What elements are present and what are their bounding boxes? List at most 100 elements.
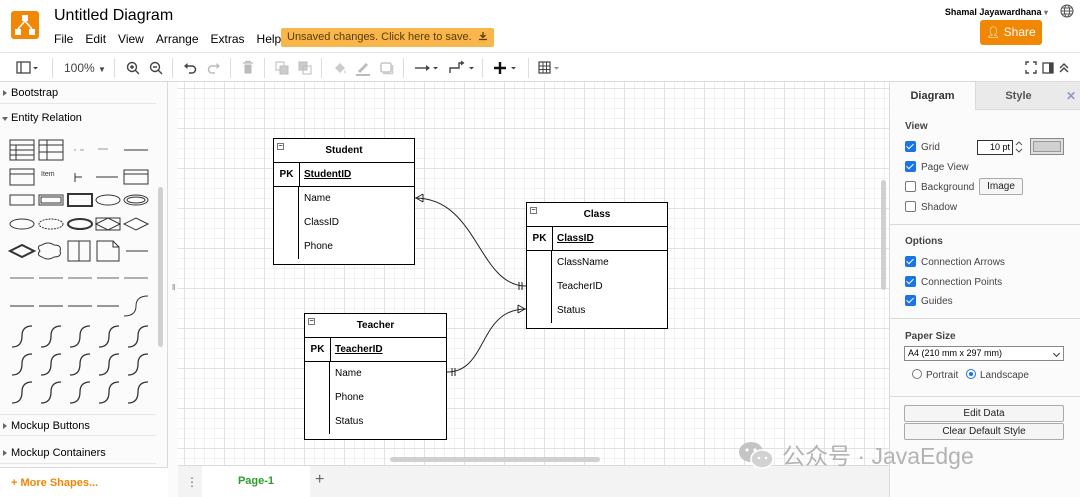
radio-checked-icon — [966, 369, 976, 379]
paper-size-select[interactable]: A4 (210 mm x 297 mm) — [904, 346, 1064, 361]
section-bootstrap[interactable]: Bootstrap — [0, 82, 156, 104]
menu-arrange[interactable]: Arrange — [156, 32, 199, 46]
view-heading: View — [905, 121, 928, 132]
share-label: Share — [1003, 25, 1036, 39]
menu-view[interactable]: View — [118, 32, 144, 46]
canvas-vertical-scrollbar[interactable] — [881, 180, 886, 290]
section-label: Entity Relation — [11, 112, 82, 124]
waypoints-icon[interactable] — [448, 60, 476, 76]
shape-item-label: Item — [41, 171, 55, 178]
format-panel: Diagram Style ✕ View Grid 10 pt Page Vie… — [889, 82, 1080, 497]
checkbox-checked-icon — [905, 161, 916, 172]
menu-extras[interactable]: Extras — [211, 32, 245, 46]
save-download-icon — [478, 32, 487, 41]
checkbox-checked-icon — [905, 256, 916, 267]
chevron-right-icon — [3, 423, 7, 429]
canvas-horizontal-scrollbar[interactable] — [390, 457, 600, 462]
background-checkbox[interactable]: Background — [905, 181, 974, 195]
tab-page-1[interactable]: Page-1 — [202, 466, 310, 497]
fill-color-icon[interactable] — [333, 60, 347, 76]
shadow-checkbox[interactable]: Shadow — [905, 201, 957, 215]
connection-points-label: Connection Points — [921, 277, 1003, 288]
section-label: Mockup Containers — [11, 447, 106, 459]
connection-arrows-label: Connection Arrows — [921, 257, 1005, 268]
options-heading: Options — [905, 236, 943, 247]
insert-icon[interactable] — [493, 60, 521, 76]
zoom-level: 100% — [64, 61, 95, 75]
add-page-icon[interactable]: + — [315, 471, 324, 489]
landscape-radio[interactable]: Landscape — [966, 369, 1029, 383]
collapse-icon[interactable] — [1058, 60, 1070, 76]
connection-style-icon[interactable] — [414, 60, 440, 76]
radio-unchecked-icon — [912, 369, 922, 379]
line-color-icon[interactable] — [355, 60, 371, 76]
user-account[interactable]: Shamal Jayawardhana ▾ — [945, 7, 1048, 17]
connector-student-class — [414, 197, 527, 287]
menu-help[interactable]: Help — [257, 32, 282, 46]
watermark-text: 公众号 · JavaEdge — [782, 443, 974, 469]
portrait-label: Portrait — [926, 370, 959, 381]
share-button[interactable]: 👤︎ Share — [980, 20, 1042, 45]
section-mockup-containers[interactable]: Mockup Containers — [0, 442, 156, 464]
checkbox-checked-icon — [905, 276, 916, 287]
undo-icon[interactable] — [183, 60, 197, 76]
format-panel-icon[interactable] — [16, 60, 38, 76]
shadow-label: Shadow — [921, 202, 958, 213]
chevron-down-icon: ▾ — [1043, 8, 1048, 17]
guides-label: Guides — [921, 296, 953, 307]
checkbox-unchecked-icon — [905, 201, 916, 212]
splitter-handle-icon[interactable]: ǁ — [172, 283, 175, 292]
zoom-in-icon[interactable] — [126, 60, 140, 76]
paper-size-heading: Paper Size — [905, 331, 956, 342]
drawio-logo-icon — [11, 11, 39, 39]
more-shapes-button[interactable]: + More Shapes... — [0, 467, 168, 497]
guides-checkbox[interactable]: Guides — [905, 295, 953, 309]
tab-style[interactable]: Style — [975, 82, 1061, 110]
image-button[interactable]: Image — [979, 178, 1023, 195]
zoom-out-icon[interactable] — [149, 60, 163, 76]
table-icon[interactable] — [538, 60, 564, 76]
section-entity-relation[interactable]: Entity Relation — [0, 107, 156, 129]
grid-color-picker[interactable] — [1030, 138, 1064, 155]
menu-edit[interactable]: Edit — [85, 32, 106, 46]
to-back-icon[interactable] — [298, 60, 312, 76]
to-front-icon[interactable] — [275, 60, 289, 76]
connection-arrows-checkbox[interactable]: Connection Arrows — [905, 256, 1005, 270]
user-name: Shamal Jayawardhana — [944, 7, 1042, 17]
wechat-watermark-icon — [739, 442, 774, 469]
diagram-canvas[interactable]: − Student PK StudentID Name ClassID Phon… — [178, 82, 889, 465]
zoom-dropdown[interactable]: 100% ▼ — [64, 60, 106, 76]
edit-data-button[interactable]: Edit Data — [904, 405, 1064, 422]
shadow-icon[interactable] — [380, 60, 394, 76]
chevron-right-icon — [3, 90, 7, 96]
sidebar-scrollbar[interactable] — [158, 187, 163, 347]
tab-diagram[interactable]: Diagram — [890, 82, 975, 110]
section-mockup-buttons[interactable]: Mockup Buttons — [0, 414, 156, 436]
checkbox-checked-icon — [905, 141, 916, 152]
connection-points-checkbox[interactable]: Connection Points — [905, 276, 1002, 290]
redo-icon[interactable] — [207, 60, 221, 76]
menu-bar: File Edit View Arrange Extras Help — [54, 32, 293, 46]
diagram-title[interactable]: Untitled Diagram — [54, 7, 173, 25]
unsaved-changes-button[interactable]: Unsaved changes. Click here to save. — [281, 28, 494, 47]
er-shape-palette[interactable] — [0, 132, 156, 412]
drawio-app: Untitled Diagram File Edit View Arrange … — [0, 0, 1080, 497]
menu-file[interactable]: File — [54, 32, 73, 46]
connector-teacher-class — [446, 308, 527, 373]
grid-size-input[interactable]: 10 pt — [977, 140, 1013, 155]
globe-icon[interactable] — [1060, 4, 1074, 18]
chevron-right-icon — [3, 450, 7, 456]
fullscreen-icon[interactable] — [1025, 60, 1037, 76]
delete-icon[interactable] — [242, 60, 254, 76]
unsaved-label: Unsaved changes. Click here to save. — [287, 31, 472, 43]
shapes-sidebar: Bootstrap Entity Relation Item Mockup Bu… — [0, 82, 168, 497]
checkbox-checked-icon — [905, 295, 916, 306]
close-icon[interactable]: ✕ — [1061, 82, 1080, 110]
toggle-panel-icon[interactable] — [1042, 60, 1054, 76]
stepper-icon[interactable] — [1015, 140, 1023, 154]
landscape-label: Landscape — [980, 370, 1029, 381]
grid-checkbox[interactable]: Grid — [905, 141, 940, 155]
page-menu-icon[interactable]: ⋮ — [186, 475, 198, 489]
portrait-radio[interactable]: Portrait — [912, 369, 958, 383]
page-view-checkbox[interactable]: Page View — [905, 161, 969, 175]
